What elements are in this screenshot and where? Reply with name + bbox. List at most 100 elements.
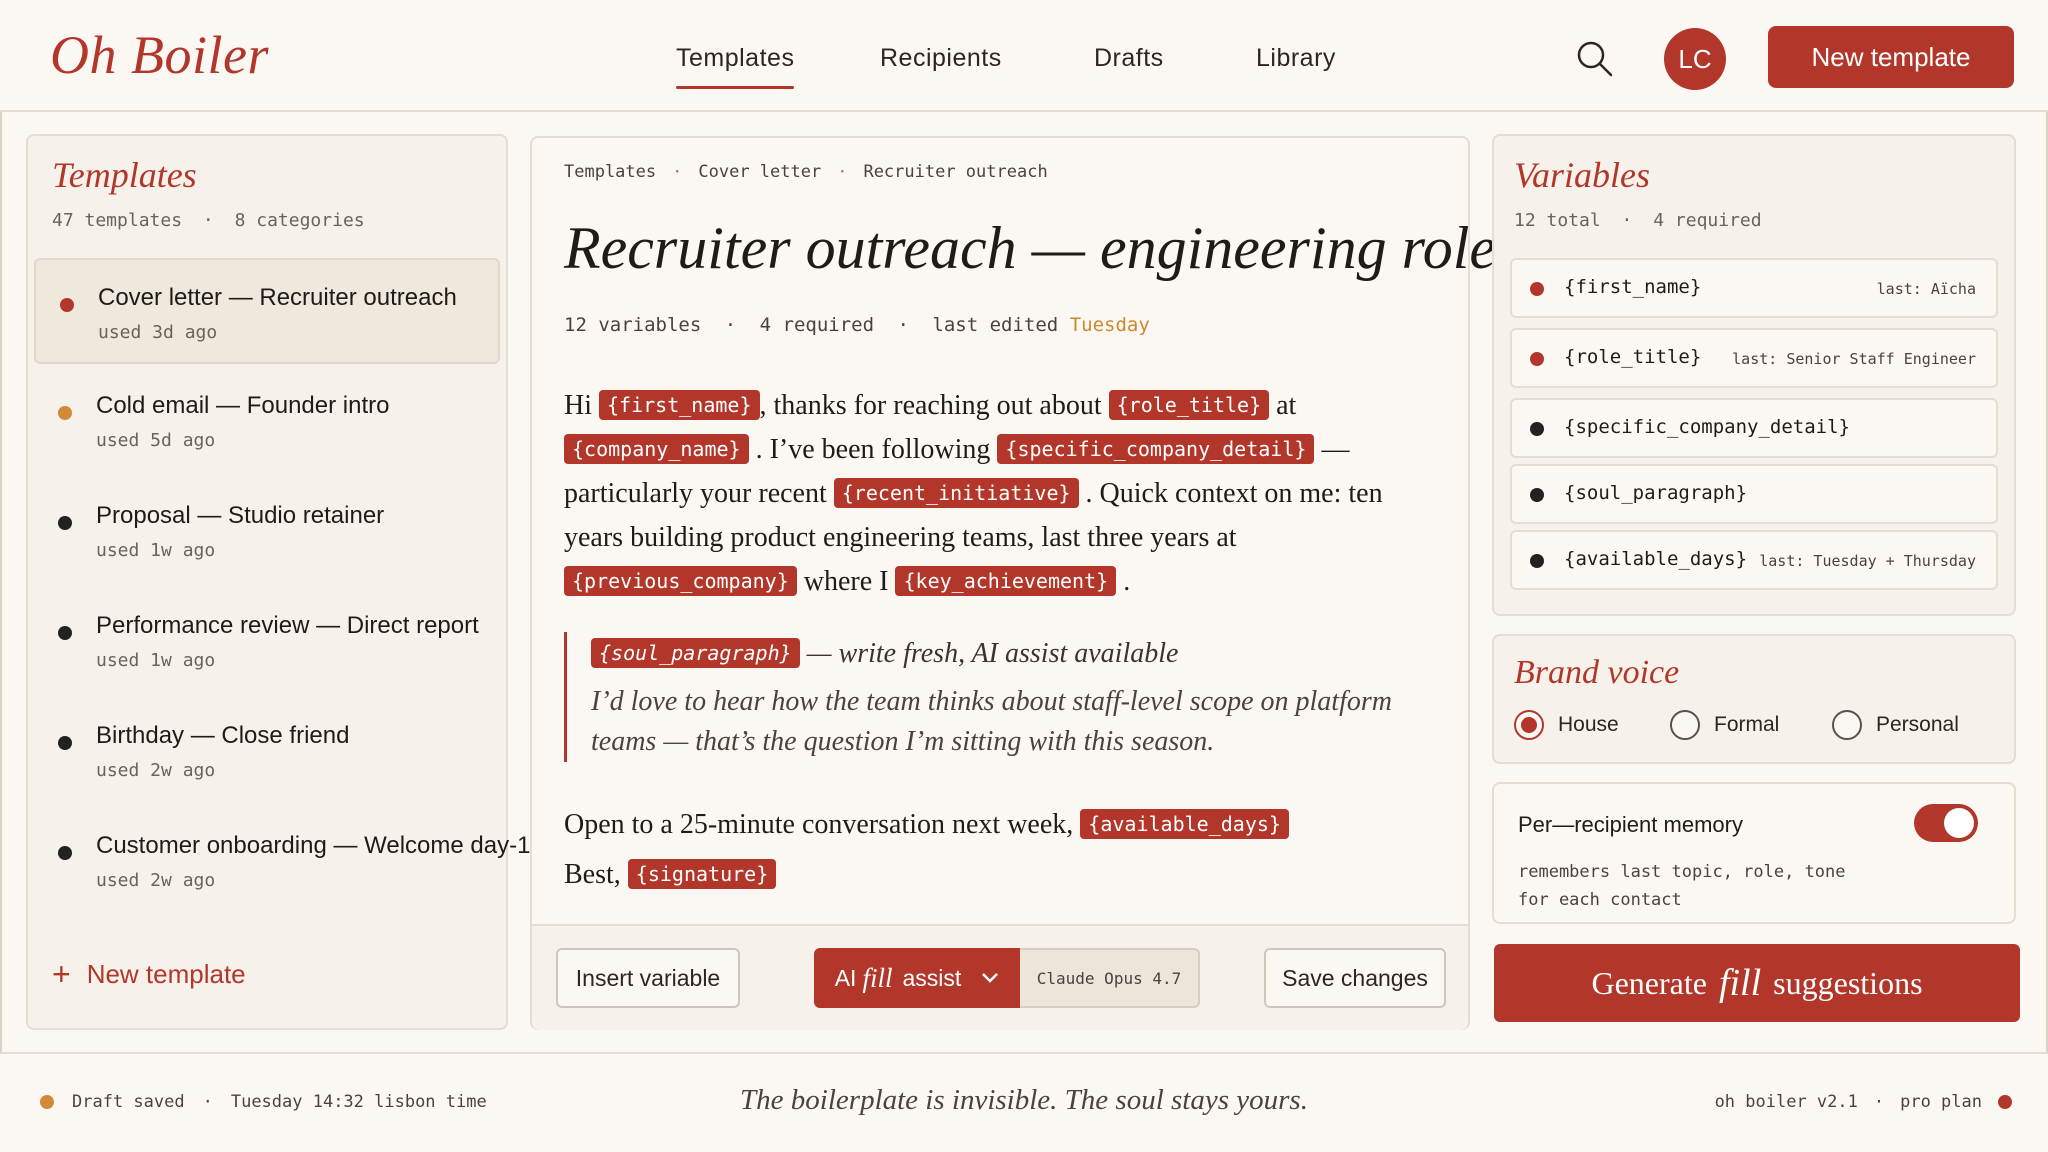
variable-last-value: last: Aïcha [1876, 280, 1976, 298]
separator: · [724, 314, 737, 336]
generate-suffix-label: suggestions [1773, 964, 1923, 1001]
variable-chip[interactable]: {available_days} [1080, 809, 1289, 839]
body-text: . I’ve been following [755, 434, 991, 465]
variable-name: {role_title} [1564, 346, 1702, 368]
brand-voice-title: Brand voice [1514, 654, 1680, 691]
separator: · [1621, 210, 1633, 231]
new-template-label: New template [86, 958, 246, 989]
template-item[interactable]: Birthday — Close friend used 2w ago [34, 698, 500, 804]
new-template-button[interactable]: New template [1768, 26, 2014, 88]
variable-name: {soul_paragraph} [1564, 482, 1748, 504]
template-used: used 1w ago [96, 540, 216, 561]
variable-chip[interactable]: {key_achievement} [895, 566, 1117, 596]
separator: · [897, 314, 909, 336]
template-title: Birthday — Close friend [96, 722, 350, 749]
memory-title: Per—recipient memory [1518, 812, 1743, 837]
nav-drafts[interactable]: Drafts [1094, 44, 1164, 73]
variable-chip[interactable]: {signature} [627, 859, 777, 889]
variable-row[interactable]: {soul_paragraph} [1510, 464, 1998, 524]
radio-selected-icon[interactable] [1514, 710, 1544, 740]
variable-chip[interactable]: {soul_paragraph} [591, 638, 800, 668]
variable-chip[interactable]: {previous_company} [564, 566, 797, 596]
template-status-dot [58, 516, 72, 530]
template-item[interactable]: Cold email — Founder intro used 5d ago [34, 368, 500, 474]
search-icon[interactable] [1576, 40, 1614, 78]
template-item[interactable]: Performance review — Direct report used … [34, 588, 500, 694]
template-used: used 3d ago [98, 322, 218, 343]
ai-fill-assist-group: AI fill assist Claude Opus 4.7 [814, 948, 1200, 1008]
breadcrumb-item[interactable]: Cover letter [698, 162, 821, 182]
category-count: 8 categories [234, 210, 365, 231]
ai-model-selector[interactable]: Claude Opus 4.7 [1020, 948, 1200, 1008]
voice-option-label: Personal [1876, 713, 1959, 736]
breadcrumb-separator: · [672, 162, 683, 182]
ai-fill-label: fill [862, 962, 893, 993]
variable-chip[interactable]: {specific_company_detail} [997, 434, 1315, 464]
plan-text[interactable]: pro plan [1900, 1092, 1982, 1112]
closing-section[interactable]: Open to a 25-minute conversation next we… [564, 800, 1444, 900]
variable-chip[interactable]: {company_name} [564, 434, 749, 464]
nav-library[interactable]: Library [1256, 44, 1336, 73]
breadcrumb: Templates · Cover letter · Recruiter out… [564, 162, 1048, 182]
variable-row[interactable]: {available_days} last: Tuesday + Thursda… [1510, 530, 1998, 590]
template-used: used 1w ago [96, 650, 216, 671]
variables-summary: 12 total · 4 required [1514, 210, 1762, 231]
top-bar: Oh Boiler Templates Recipients Drafts Li… [0, 0, 2048, 112]
voice-option-label: Formal [1714, 713, 1780, 736]
insert-variable-button[interactable]: Insert variable [556, 948, 740, 1008]
voice-option-formal[interactable]: Formal [1670, 710, 1779, 740]
generate-fill-label: fill [1718, 962, 1762, 1004]
variable-name: {first_name} [1564, 276, 1702, 298]
ai-fill-assist-button[interactable]: AI fill assist [814, 948, 1020, 1008]
variable-chip[interactable]: {recent_initiative} [833, 478, 1079, 508]
template-status-dot [58, 406, 72, 420]
template-item[interactable]: Customer onboarding — Welcome day-1 used… [34, 808, 530, 914]
variables-total: 12 total [1514, 210, 1601, 231]
template-count: 47 templates [52, 210, 183, 231]
user-avatar[interactable]: LC [1664, 28, 1726, 90]
variable-chip[interactable]: {first_name} [599, 390, 760, 420]
body-text: where I [803, 566, 889, 597]
voice-option-personal[interactable]: Personal [1832, 710, 1959, 740]
memory-toggle[interactable] [1914, 804, 1978, 842]
breadcrumb-item[interactable]: Templates [564, 162, 656, 182]
template-title: Performance review — Direct report [96, 612, 479, 639]
memory-description: remembers last topic, role, tone for eac… [1518, 862, 1846, 910]
ai-assist-label: assist [902, 964, 962, 991]
radio-icon[interactable] [1832, 710, 1862, 740]
template-used: used 2w ago [96, 870, 216, 891]
save-changes-button[interactable]: Save changes [1264, 948, 1446, 1008]
template-body[interactable]: Hi {first_name}, thanks for reaching out… [564, 384, 1444, 604]
variable-row[interactable]: {first_name} last: Aïcha [1510, 258, 1998, 318]
radio-icon[interactable] [1670, 710, 1700, 740]
template-item[interactable]: Proposal — Studio retainer used 1w ago [34, 478, 500, 584]
template-title-heading[interactable]: Recruiter outreach — engineering roles [564, 214, 1519, 283]
variable-last-value: last: Senior Staff Engineer [1732, 350, 1976, 368]
variables-title: Variables [1514, 155, 1651, 195]
nav-recipients[interactable]: Recipients [880, 44, 1002, 73]
app-logo[interactable]: Oh Boiler [50, 24, 269, 86]
sidebar-new-template-link[interactable]: + New template [52, 958, 246, 990]
template-item[interactable]: Cover letter — Recruiter outreach used 3… [34, 258, 500, 364]
generate-suggestions-button[interactable]: Generate fill suggestions [1494, 944, 2020, 1022]
variable-name: {available_days} [1564, 548, 1748, 570]
soul-draft-line: teams — that’s the question I’m sitting … [591, 726, 1215, 757]
variable-row[interactable]: {specific_company_detail} [1510, 398, 1998, 458]
separator: · [202, 210, 214, 231]
chevron-down-icon[interactable] [981, 972, 999, 984]
variable-chip[interactable]: {role_title} [1108, 390, 1270, 420]
variables-count: 12 variables [564, 314, 702, 336]
template-status-dot [60, 298, 74, 312]
voice-option-house[interactable]: House [1514, 710, 1619, 740]
body-text: at [1276, 390, 1297, 421]
sidebar-title: Templates [52, 155, 197, 195]
version-info: oh boiler v2.1 · pro plan [1715, 1092, 2012, 1112]
variable-row[interactable]: {role_title} last: Senior Staff Engineer [1510, 328, 1998, 388]
template-used: used 5d ago [96, 430, 216, 451]
variable-last-value: last: Tuesday + Thursday [1759, 552, 1976, 570]
soul-paragraph-block[interactable]: {soul_paragraph} — write fresh, AI assis… [564, 632, 1404, 762]
nav-templates[interactable]: Templates [676, 44, 795, 89]
variables-required: 4 required [1653, 210, 1762, 231]
variable-status-dot [1530, 422, 1544, 436]
signoff-text: Best, [564, 859, 621, 890]
